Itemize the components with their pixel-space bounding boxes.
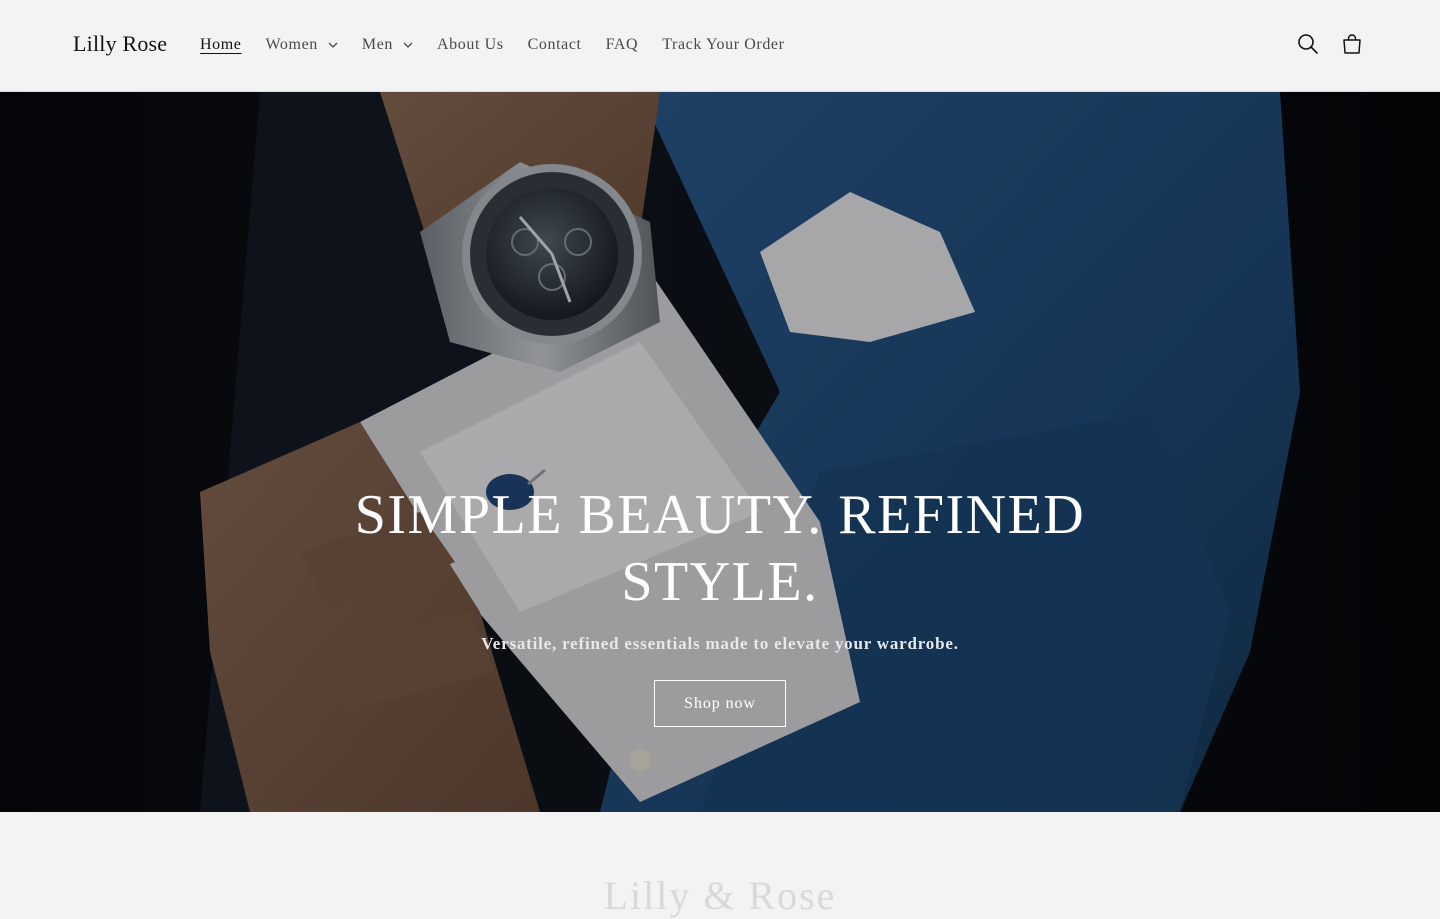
search-icon bbox=[1297, 33, 1319, 59]
shop-now-button[interactable]: Shop now bbox=[654, 680, 786, 727]
nav-item-women[interactable]: Women bbox=[254, 32, 350, 58]
site-logo[interactable]: Lilly Rose bbox=[73, 31, 167, 57]
search-button[interactable] bbox=[1290, 28, 1326, 64]
chevron-down-icon bbox=[328, 40, 338, 50]
nav-item-label: Men bbox=[361, 36, 394, 53]
nav-item-about-us[interactable]: About Us bbox=[425, 32, 516, 58]
nav-item-label: Women bbox=[265, 36, 318, 53]
hero-banner: SIMPLE BEAUTY. REFINED STYLE. Versatile,… bbox=[0, 92, 1440, 812]
nav-item-label: FAQ bbox=[605, 36, 639, 53]
nav-item-faq[interactable]: FAQ bbox=[594, 32, 651, 58]
cart-icon bbox=[1341, 33, 1363, 59]
nav-item-label: Contact bbox=[527, 36, 582, 53]
hero-subtitle: Versatile, refined essentials made to el… bbox=[481, 634, 959, 653]
cart-button[interactable] bbox=[1334, 28, 1370, 64]
site-header: Lilly Rose Home Women Men About Us Conta… bbox=[0, 0, 1440, 92]
nav-item-label: About Us bbox=[437, 36, 504, 53]
nav-item-men[interactable]: Men bbox=[350, 32, 425, 58]
section-title: Lilly & Rose bbox=[603, 873, 837, 918]
chevron-down-icon bbox=[403, 40, 413, 50]
nav-item-home[interactable]: Home bbox=[188, 32, 254, 58]
hero-content: SIMPLE BEAUTY. REFINED STYLE. Versatile,… bbox=[0, 482, 1440, 727]
nav-item-track-order[interactable]: Track Your Order bbox=[650, 32, 796, 58]
main-nav: Home Women Men About Us Contact FAQ Trac… bbox=[188, 32, 797, 58]
nav-item-label: Home bbox=[200, 36, 242, 53]
nav-item-label: Track Your Order bbox=[662, 36, 785, 53]
hero-title: SIMPLE BEAUTY. REFINED STYLE. bbox=[354, 484, 1086, 613]
nav-item-contact[interactable]: Contact bbox=[516, 32, 594, 58]
